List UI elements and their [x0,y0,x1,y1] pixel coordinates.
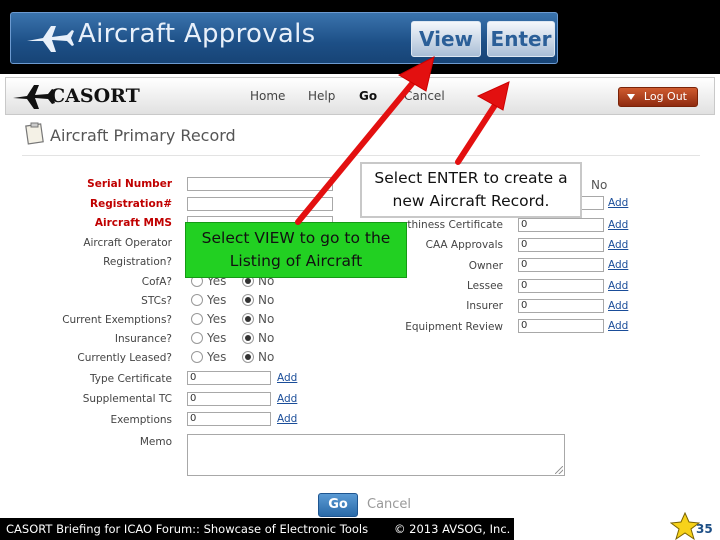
type-certificate-label: Type Certificate [90,373,172,385]
serial-number-input[interactable] [187,177,333,191]
footer-copyright: © 2013 AVSOG, Inc. [394,522,511,536]
leased-yes-text: Yes [207,350,227,364]
exemptions-no-radio[interactable] [242,313,254,325]
logout-button[interactable]: Log Out [618,87,698,107]
page-title: Aircraft Primary Record [50,126,236,145]
nav-help[interactable]: Help [308,89,335,103]
top-nav-bar: CASORT Home Help Go Cancel Log Out [5,77,715,115]
view-callout-line2: Listing of Aircraft [229,252,363,270]
owner-input[interactable]: 0 [518,258,604,272]
cancel-link[interactable]: Cancel [367,497,411,512]
leased-no-radio[interactable] [242,351,254,363]
exemptions-add-link[interactable]: Add [277,413,297,425]
view-callout: Select VIEW to go to the Listing of Airc… [185,222,407,278]
logout-label: Log Out [643,90,687,103]
supplemental-tc-add-link[interactable]: Add [277,393,297,405]
title-divider [22,155,700,156]
airworthiness-certificate-input[interactable]: 0 [518,218,604,232]
logout-arrow-icon [627,94,635,100]
equipment-review-label: Equipment Review [405,321,503,333]
registration-question-label: Registration? [103,256,172,268]
airplane-icon [27,26,74,52]
right-field-0-add-link[interactable]: Add [608,197,628,209]
casort-logo: CASORT [50,85,140,107]
leased-label: Currently Leased? [77,352,172,364]
caa-approvals-add-link[interactable]: Add [608,239,628,251]
memo-textarea[interactable] [187,434,565,476]
lessee-input[interactable]: 0 [518,279,604,293]
enter-callout-line1: Select ENTER to create a [374,169,568,187]
caa-approvals-input[interactable]: 0 [518,238,604,252]
supplemental-tc-label: Supplemental TC [82,393,172,405]
resize-grip-icon[interactable] [555,466,563,474]
type-certificate-input[interactable]: 0 [187,371,271,385]
lessee-label: Lessee [467,280,503,292]
stcs-no-radio[interactable] [242,294,254,306]
leased-yes-radio[interactable] [191,351,203,363]
aircraft-mms-label: Aircraft MMS [94,217,172,229]
banner-title: Aircraft Approvals [78,19,316,49]
enter-callout: Select ENTER to create a new Aircraft Re… [360,162,582,218]
type-certificate-add-link[interactable]: Add [277,372,297,384]
insurance-no-text: No [258,331,275,345]
exemptions-no-text: No [258,312,275,326]
leased-no-text: No [258,350,275,364]
equipment-review-input[interactable]: 0 [518,319,604,333]
go-button[interactable]: Go [318,493,358,517]
airworthiness-add-link[interactable]: Add [608,219,628,231]
enter-callout-line2: new Aircraft Record. [392,192,550,210]
exemptions-input[interactable]: 0 [187,412,271,426]
owner-add-link[interactable]: Add [608,259,628,271]
memo-label: Memo [139,436,172,448]
exemptions-question-label: Current Exemptions? [62,314,172,326]
supplemental-tc-input[interactable]: 0 [187,392,271,406]
exemptions-label: Exemptions [110,414,172,426]
clipboard-icon [25,122,44,145]
insurer-label: Insurer [466,300,503,312]
nav-home[interactable]: Home [250,89,285,103]
insurance-yes-text: Yes [207,331,227,345]
lessee-add-link[interactable]: Add [608,280,628,292]
exemptions-yes-radio[interactable] [191,313,203,325]
insurance-yes-radio[interactable] [191,332,203,344]
enter-button[interactable]: Enter [487,21,555,57]
insurance-label: Insurance? [114,333,172,345]
insurance-no-radio[interactable] [242,332,254,344]
stcs-yes-radio[interactable] [191,294,203,306]
right-no-text: No [591,178,608,192]
view-button[interactable]: View [411,21,481,57]
serial-number-label: Serial Number [87,178,172,190]
view-callout-line1: Select VIEW to go to the [201,229,391,247]
stcs-label: STCs? [141,295,172,307]
equipment-review-add-link[interactable]: Add [608,320,628,332]
registration-input[interactable] [187,197,333,211]
footer-text: CASORT Briefing for ICAO Forum:: Showcas… [6,522,369,536]
nav-go[interactable]: Go [359,89,377,103]
app-screen: CASORT Home Help Go Cancel Log Out Aircr… [0,74,720,520]
cofa-label: CofA? [141,276,172,288]
slide-footer: CASORT Briefing for ICAO Forum:: Showcas… [0,512,720,540]
title-banner: Aircraft Approvals View Enter [0,0,720,74]
insurer-add-link[interactable]: Add [608,300,628,312]
banner-panel: Aircraft Approvals View Enter [10,12,558,64]
stcs-yes-text: Yes [207,293,227,307]
page-number: 35 [696,522,713,536]
nav-cancel[interactable]: Cancel [404,89,445,103]
footer-bar: CASORT Briefing for ICAO Forum:: Showcas… [0,518,514,540]
insurer-input[interactable]: 0 [518,299,604,313]
registration-label: Registration# [90,198,172,210]
aircraft-operator-label: Aircraft Operator [83,237,172,249]
exemptions-yes-text: Yes [207,312,227,326]
stcs-no-text: No [258,293,275,307]
